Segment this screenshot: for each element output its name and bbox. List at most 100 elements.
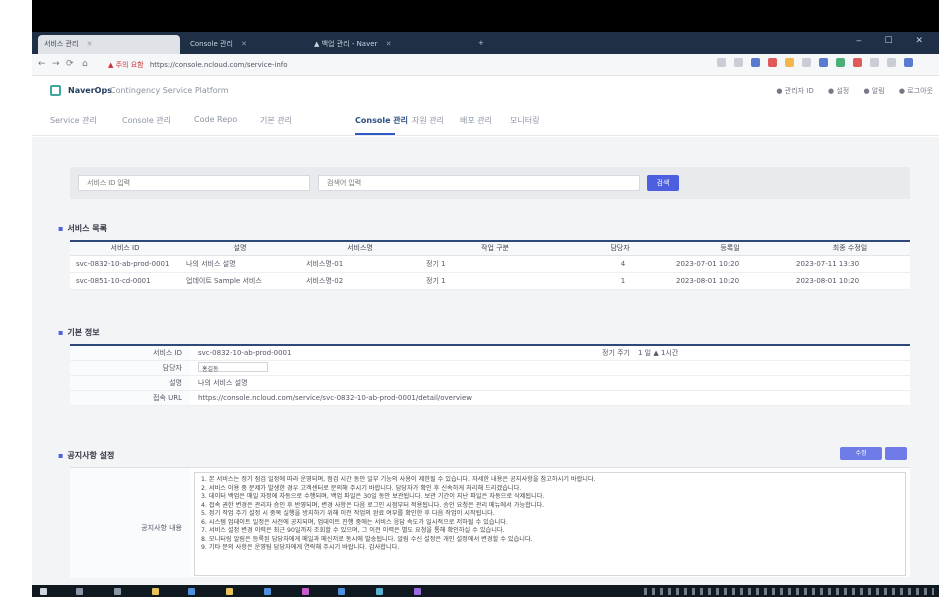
mail-icon[interactable]: [264, 588, 271, 595]
column-header[interactable]: 서비스명: [300, 241, 420, 256]
search-button[interactable]: 검색: [647, 175, 679, 191]
column-header[interactable]: 최종 수정일: [790, 241, 910, 256]
extension-icon[interactable]: [819, 58, 828, 67]
extension-icon[interactable]: [853, 58, 862, 67]
close-icon[interactable]: ✕: [386, 40, 392, 48]
brand-name[interactable]: NaverOps: [68, 86, 112, 95]
notice-panel: 공지사항 내용 1. 본 서비스는 정기 점검 일정에 따라 운영되며, 점검 …: [70, 467, 910, 578]
window-controls[interactable]: ‒ ☐ ✕: [856, 36, 933, 46]
notice-line: 3. 데이터 백업은 매일 자정에 자동으로 수행되며, 백업 파일은 30일 …: [201, 493, 545, 500]
extension-icon[interactable]: [836, 58, 845, 67]
app-icon[interactable]: [302, 588, 309, 595]
table-row[interactable]: svc-0851-10-cd-0001 업데이트 Sample 서비스 서비스명…: [70, 272, 910, 290]
app-icon[interactable]: [376, 588, 383, 595]
extension-icon[interactable]: [768, 58, 777, 67]
url-field[interactable]: ▲ 주의 요함 https://console.ncloud.com/servi…: [108, 58, 688, 72]
main-content: 검색 서비스 목록 서비스 ID 설명 서비스명 작업 구분 담당자 등록일 최…: [32, 137, 939, 585]
column-header[interactable]: 설명: [180, 241, 300, 256]
service-table: 서비스 ID 설명 서비스명 작업 구분 담당자 등록일 최종 수정일 svc-…: [70, 240, 910, 290]
column-header[interactable]: 작업 구분: [420, 241, 570, 256]
menu-item[interactable]: 기본 관리: [260, 115, 292, 126]
cell-service-id[interactable]: svc-0832-10-ab-prod-0001: [70, 255, 180, 273]
column-header[interactable]: 등록일: [670, 241, 790, 256]
home-icon[interactable]: ⌂: [82, 59, 88, 69]
search-bar: 검색: [70, 167, 910, 199]
extension-icon[interactable]: [802, 58, 811, 67]
tab-label: ▲ 백업 관리 - Naver: [314, 40, 378, 48]
notice-line: 8. 모니터링 알림은 등록된 담당자에게 메일과 메신저로 동시에 발송됩니다…: [201, 535, 533, 543]
extension-icon[interactable]: [887, 58, 896, 67]
cell-description: 나의 서비스 설명: [180, 255, 300, 273]
field-value-description: 나의 서비스 설명: [190, 375, 910, 391]
back-icon[interactable]: ←: [38, 59, 46, 69]
user-menu-item[interactable]: ● 설정: [828, 87, 849, 95]
close-icon[interactable]: ✕: [241, 40, 247, 48]
manager-select[interactable]: 홍길동: [198, 362, 268, 373]
browser-tab[interactable]: ▲ 백업 관리 - Naver ✕: [308, 35, 468, 54]
user-menu-item[interactable]: ● 관리자 ID: [776, 87, 813, 95]
column-header[interactable]: 서비스 ID: [70, 241, 180, 256]
chrome-icon[interactable]: [188, 588, 195, 595]
browser-tab[interactable]: 서비스 관리 ✕: [38, 35, 180, 54]
notice-line: 6. 시스템 업데이트 일정은 사전에 공지되며, 업데이트 진행 중에는 서비…: [201, 518, 508, 526]
extension-icon[interactable]: [870, 58, 879, 67]
reload-icon[interactable]: ⟳: [66, 59, 74, 69]
cell-type: 정기 1: [420, 272, 570, 290]
cell-owner-count: 4: [570, 255, 670, 273]
table-row[interactable]: svc-0832-10-ab-prod-0001 나의 서비스 설명 서비스명-…: [70, 255, 910, 273]
cell-updated: 2023-07-11 13:30: [790, 255, 910, 273]
field-value-url[interactable]: https://console.ncloud.com/service/svc-0…: [190, 390, 910, 406]
notice-line: 1. 본 서비스는 정기 점검 일정에 따라 운영되며, 점검 시간 동안 일부…: [201, 476, 596, 483]
cell-owner-count: 1: [570, 272, 670, 290]
user-menu-item[interactable]: ● 로그아웃: [899, 87, 933, 95]
menu-item[interactable]: Service 관리: [50, 115, 97, 126]
browser-tab[interactable]: Console 관리 ✕: [184, 35, 304, 54]
detail-row: 서비스 ID svc-0832-10-ab-prod-0001 정기 주기 1 …: [70, 345, 910, 361]
keyword-input[interactable]: [318, 175, 640, 191]
windows-icon[interactable]: [40, 588, 47, 595]
user-menu-item[interactable]: ● 알림: [863, 87, 884, 95]
notice-textarea[interactable]: 1. 본 서비스는 정기 점검 일정에 따라 운영되며, 점검 시간 동안 일부…: [194, 472, 906, 576]
cell-service-id[interactable]: svc-0851-10-cd-0001: [70, 272, 180, 290]
screen-left-margin: [0, 0, 32, 597]
folder-icon[interactable]: [226, 588, 233, 595]
menu-item[interactable]: Console 관리: [122, 115, 171, 126]
explorer-icon[interactable]: [152, 588, 159, 595]
taskview-icon[interactable]: [114, 588, 121, 595]
column-header[interactable]: 담당자: [570, 241, 670, 256]
extension-icon[interactable]: [785, 58, 794, 67]
table-header-row: 서비스 ID 설명 서비스명 작업 구분 담당자 등록일 최종 수정일: [70, 241, 910, 256]
field-label: 접속 URL: [70, 390, 190, 406]
security-warning[interactable]: ▲ 주의 요함: [108, 61, 144, 69]
share-icon[interactable]: [734, 58, 743, 67]
menu-item[interactable]: 배포 관리: [460, 115, 492, 126]
app-icon[interactable]: [338, 588, 345, 595]
app-icon[interactable]: [414, 588, 421, 595]
more-button[interactable]: [885, 447, 907, 460]
menu-item[interactable]: 자원 관리: [412, 115, 444, 126]
detail-row: 담당자 홍길동: [70, 360, 910, 376]
main-menu: Service 관리 Console 관리 Code Repo 기본 관리 Co…: [32, 106, 939, 136]
profile-icon[interactable]: [904, 58, 913, 67]
field-value-schedule: 1 일 ▲ 1시간: [630, 345, 910, 361]
field-label: 서비스 ID: [70, 345, 190, 361]
new-tab-icon[interactable]: +: [472, 35, 492, 54]
section-title: 기본 정보: [58, 327, 99, 338]
section-title: 공지사항 설정: [58, 450, 114, 461]
section-title: 서비스 목록: [58, 223, 107, 234]
forward-icon[interactable]: →: [52, 59, 60, 69]
system-tray[interactable]: [644, 588, 934, 595]
edit-notice-button[interactable]: 수정: [840, 447, 882, 460]
search-icon[interactable]: [76, 588, 83, 595]
logo-icon[interactable]: [50, 85, 61, 96]
menu-item[interactable]: Code Repo: [194, 115, 237, 124]
detail-table: 서비스 ID svc-0832-10-ab-prod-0001 정기 주기 1 …: [70, 344, 910, 406]
menu-item-active[interactable]: Console 관리: [355, 115, 408, 126]
bookmark-icon[interactable]: [717, 58, 726, 67]
extension-icon[interactable]: [751, 58, 760, 67]
cell-description: 업데이트 Sample 서비스: [180, 272, 300, 290]
menu-item[interactable]: 모니터링: [510, 115, 539, 126]
detail-row: 접속 URL https://console.ncloud.com/servic…: [70, 390, 910, 406]
service-id-input[interactable]: [78, 175, 310, 191]
close-icon[interactable]: ✕: [87, 40, 93, 48]
